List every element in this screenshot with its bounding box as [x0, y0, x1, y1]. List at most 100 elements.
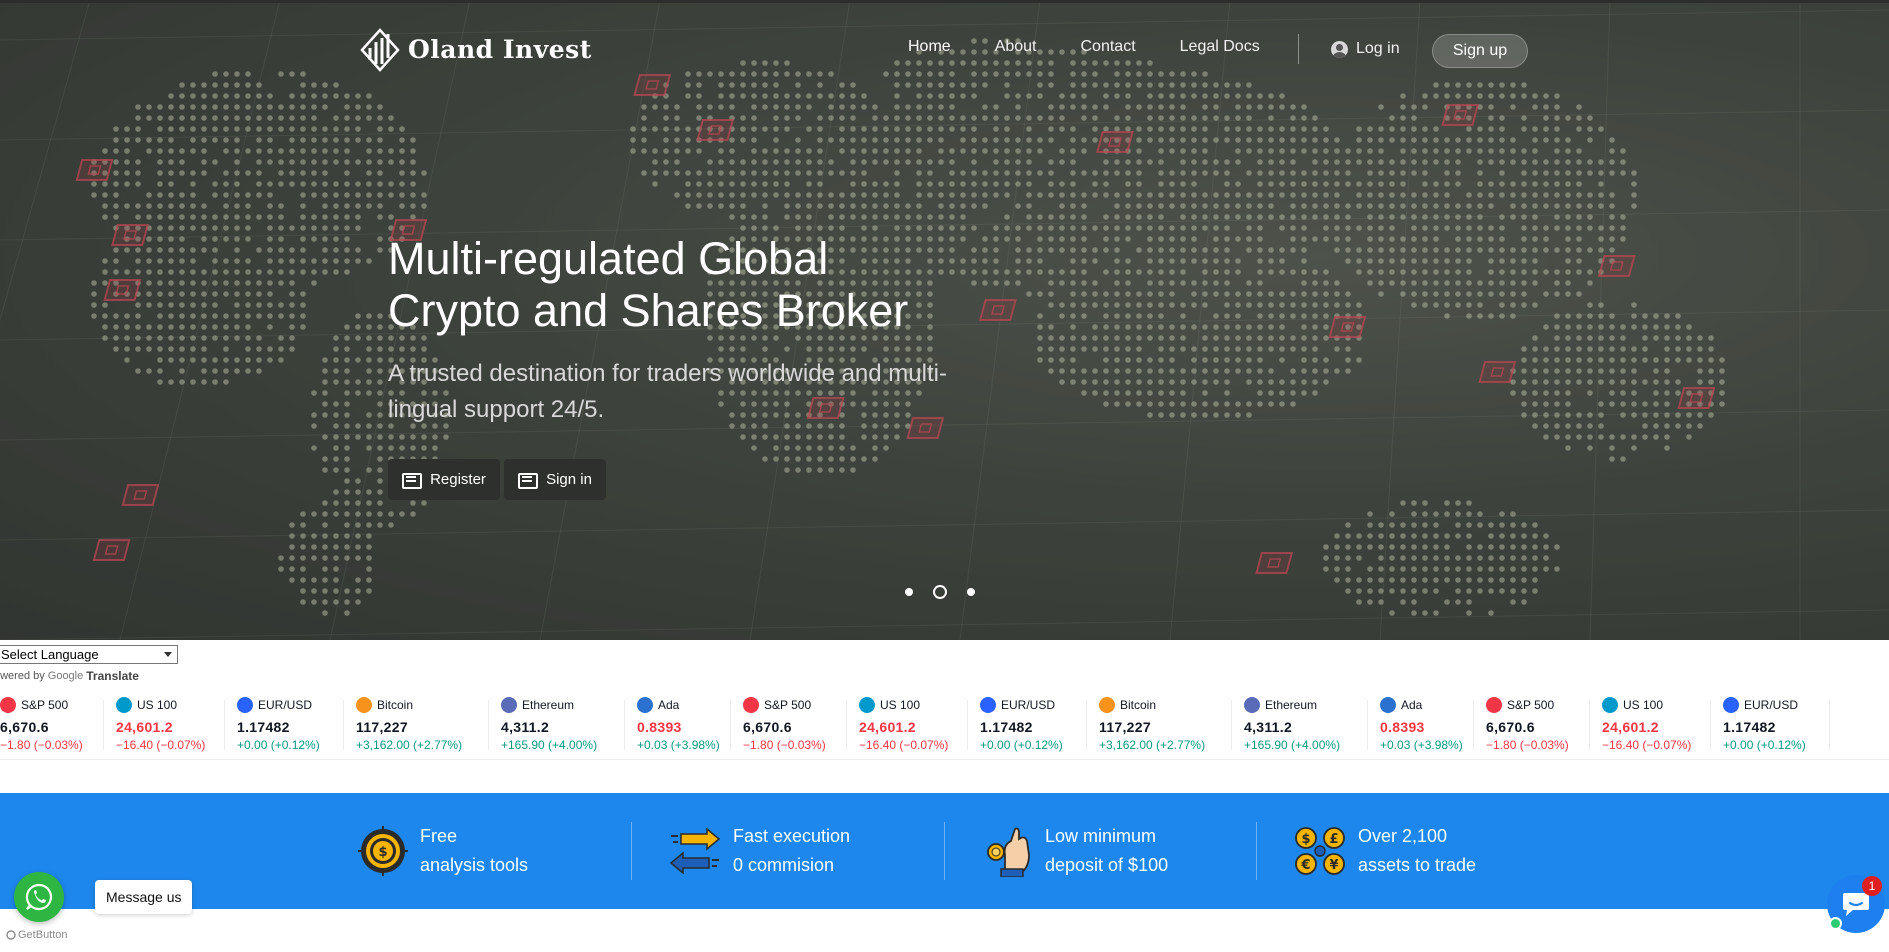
- nav-home[interactable]: Home: [908, 38, 951, 56]
- slider-dot-2[interactable]: [933, 585, 947, 599]
- ticker-change: −16.40 (−0.07%): [116, 738, 206, 752]
- ticker-item[interactable]: US 100 24,601.2 −16.40 (−0.07%): [847, 690, 968, 758]
- getbutton-text: GetButton: [18, 929, 68, 941]
- ticker-tape: S&P 500 6,670.6 −1.80 (−0.03%) US 100 24,601…: [0, 690, 1889, 760]
- nav-divider: [1298, 34, 1299, 64]
- nav-about[interactable]: About: [995, 38, 1037, 56]
- feature-divider: [944, 822, 945, 880]
- ticker-item[interactable]: Bitcoin 117,227 +3,162.00 (+2.77%): [344, 690, 489, 758]
- eurusd-icon: [237, 697, 253, 713]
- logo[interactable]: Oland Invest: [358, 26, 592, 72]
- ticker-item[interactable]: Bitcoin 117,227 +3,162.00 (+2.77%): [1087, 690, 1232, 758]
- bitcoin-icon: [356, 697, 372, 713]
- coin-hand-icon: [987, 827, 1030, 877]
- ticker-symbol-name: Bitcoin: [377, 698, 414, 712]
- bitcoin-icon: [1099, 697, 1115, 713]
- ticker-change: +3,162.00 (+2.77%): [356, 738, 463, 752]
- sp500-icon: [1486, 697, 1502, 713]
- ticker-item-header: S&P 500: [0, 696, 104, 714]
- register-button[interactable]: Register: [388, 459, 500, 500]
- ticker-price: 6,670.6: [0, 719, 49, 735]
- whatsapp-button[interactable]: [14, 872, 64, 922]
- ticker-item-header: Bitcoin: [356, 696, 489, 714]
- whatsapp-label[interactable]: Message us: [95, 880, 193, 914]
- ticker-item-header: S&P 500: [1486, 696, 1590, 714]
- logo-icon: [360, 28, 400, 72]
- ticker-symbol-name: Ada: [1401, 698, 1423, 712]
- sp500-icon: [743, 697, 759, 713]
- language-select[interactable]: Select Language: [0, 645, 178, 664]
- ticker-price: 24,601.2: [1602, 719, 1659, 735]
- getbutton-credit[interactable]: GetButton: [6, 929, 68, 941]
- feature-assets-line2: assets to trade: [1358, 855, 1477, 875]
- register-label: Register: [430, 471, 486, 488]
- ethereum-icon: [1244, 697, 1260, 713]
- currency-coins-icon: $ £ € ¥: [1295, 827, 1345, 875]
- chat-online-indicator: [1829, 917, 1842, 930]
- us100-icon: [1602, 697, 1618, 713]
- slider-dot-3[interactable]: [967, 588, 975, 596]
- ticker-change: +165.90 (+4.00%): [501, 738, 598, 752]
- slider-dots: [905, 585, 975, 599]
- ticker-item[interactable]: S&P 500 6,670.6 −1.80 (−0.03%): [731, 690, 847, 758]
- ticker-item[interactable]: Ethereum 4,311.2 +165.90 (+4.00%): [1232, 690, 1368, 758]
- language-select-value: Select Language: [1, 647, 99, 662]
- nav-contact[interactable]: Contact: [1081, 38, 1136, 56]
- logo-text: Oland Invest: [408, 34, 592, 64]
- nav-legal-docs[interactable]: Legal Docs: [1180, 38, 1260, 56]
- ticker-item[interactable]: S&P 500 6,670.6 −1.80 (−0.03%): [1474, 690, 1590, 758]
- feature-deposit: Low minimum deposit of $100: [985, 793, 1168, 909]
- ticker-item[interactable]: US 100 24,601.2 −16.40 (−0.07%): [104, 690, 225, 758]
- ticker-item[interactable]: EUR/USD 1.17482 +0.00 (+0.12%): [1711, 690, 1830, 758]
- ticker-item[interactable]: Ada 0.8393 +0.03 (+3.98%): [625, 690, 731, 758]
- eurusd-icon: [980, 697, 996, 713]
- ticker-item[interactable]: Ada 0.8393 +0.03 (+3.98%): [1368, 690, 1474, 758]
- login-link[interactable]: Log in: [1331, 40, 1400, 58]
- ticker-change: −1.80 (−0.03%): [743, 738, 826, 752]
- ticker-price: 0.8393: [637, 719, 682, 735]
- feature-execution-line2: 0 commision: [733, 855, 835, 875]
- ticker-price: 117,227: [356, 719, 408, 735]
- ticker-symbol-name: S&P 500: [764, 698, 812, 712]
- ticker-change: −16.40 (−0.07%): [1602, 738, 1692, 752]
- ticker-item[interactable]: EUR/USD 1.17482 +0.00 (+0.12%): [968, 690, 1087, 758]
- ticker-price: 1.17482: [237, 719, 290, 735]
- ticker-item-header: Ada: [637, 696, 731, 714]
- ticker-item-header: US 100: [859, 696, 968, 714]
- translate-link[interactable]: Translate: [86, 669, 139, 683]
- ticker-item-header: US 100: [1602, 696, 1711, 714]
- ticker-change: −1.80 (−0.03%): [0, 738, 83, 752]
- ticker-change: +0.00 (+0.12%): [1723, 738, 1806, 752]
- chevron-down-icon: [164, 652, 172, 657]
- register-icon: [402, 473, 423, 489]
- hero-subtitle: A trusted destination for traders worldw…: [388, 360, 947, 423]
- powered-by-text: owered by: [0, 670, 45, 682]
- svg-text:$: $: [378, 845, 387, 860]
- ticker-symbol-name: EUR/USD: [1001, 698, 1056, 712]
- feature-execution-text: Fast execution 0 commision: [733, 822, 850, 880]
- signin-button[interactable]: Sign in: [504, 459, 606, 500]
- us100-icon: [116, 697, 132, 713]
- signin-icon: [518, 473, 539, 489]
- ticker-symbol-name: S&P 500: [21, 698, 69, 712]
- ticker-item[interactable]: Ethereum 4,311.2 +165.90 (+4.00%): [489, 690, 625, 758]
- ticker-item[interactable]: US 100 24,601.2 −16.40 (−0.07%): [1590, 690, 1711, 758]
- ticker-symbol-name: Bitcoin: [1120, 698, 1157, 712]
- feature-deposit-text: Low minimum deposit of $100: [1045, 822, 1168, 880]
- us100-icon: [859, 697, 875, 713]
- ticker-change: +165.90 (+4.00%): [1244, 738, 1341, 752]
- ticker-price: 1.17482: [980, 719, 1033, 735]
- hero-title-line1: Multi-regulated Global: [388, 233, 829, 284]
- ticker-price: 24,601.2: [859, 719, 916, 735]
- ticker-item[interactable]: S&P 500 6,670.6 −1.80 (−0.03%): [0, 690, 104, 758]
- sp500-icon: [0, 697, 16, 713]
- signup-button[interactable]: Sign up: [1432, 34, 1528, 68]
- ticker-item-header: EUR/USD: [237, 696, 344, 714]
- ticker-item[interactable]: EUR/USD 1.17482 +0.00 (+0.12%): [225, 690, 344, 758]
- ticker-change: −1.80 (−0.03%): [1486, 738, 1569, 752]
- slider-dot-1[interactable]: [905, 588, 913, 596]
- ticker-price: 0.8393: [1380, 719, 1425, 735]
- ticker-change: +0.00 (+0.12%): [237, 738, 320, 752]
- hero-title: Multi-regulated Global Crypto and Shares…: [388, 233, 1008, 337]
- feature-deposit-line1: Low minimum: [1045, 826, 1157, 846]
